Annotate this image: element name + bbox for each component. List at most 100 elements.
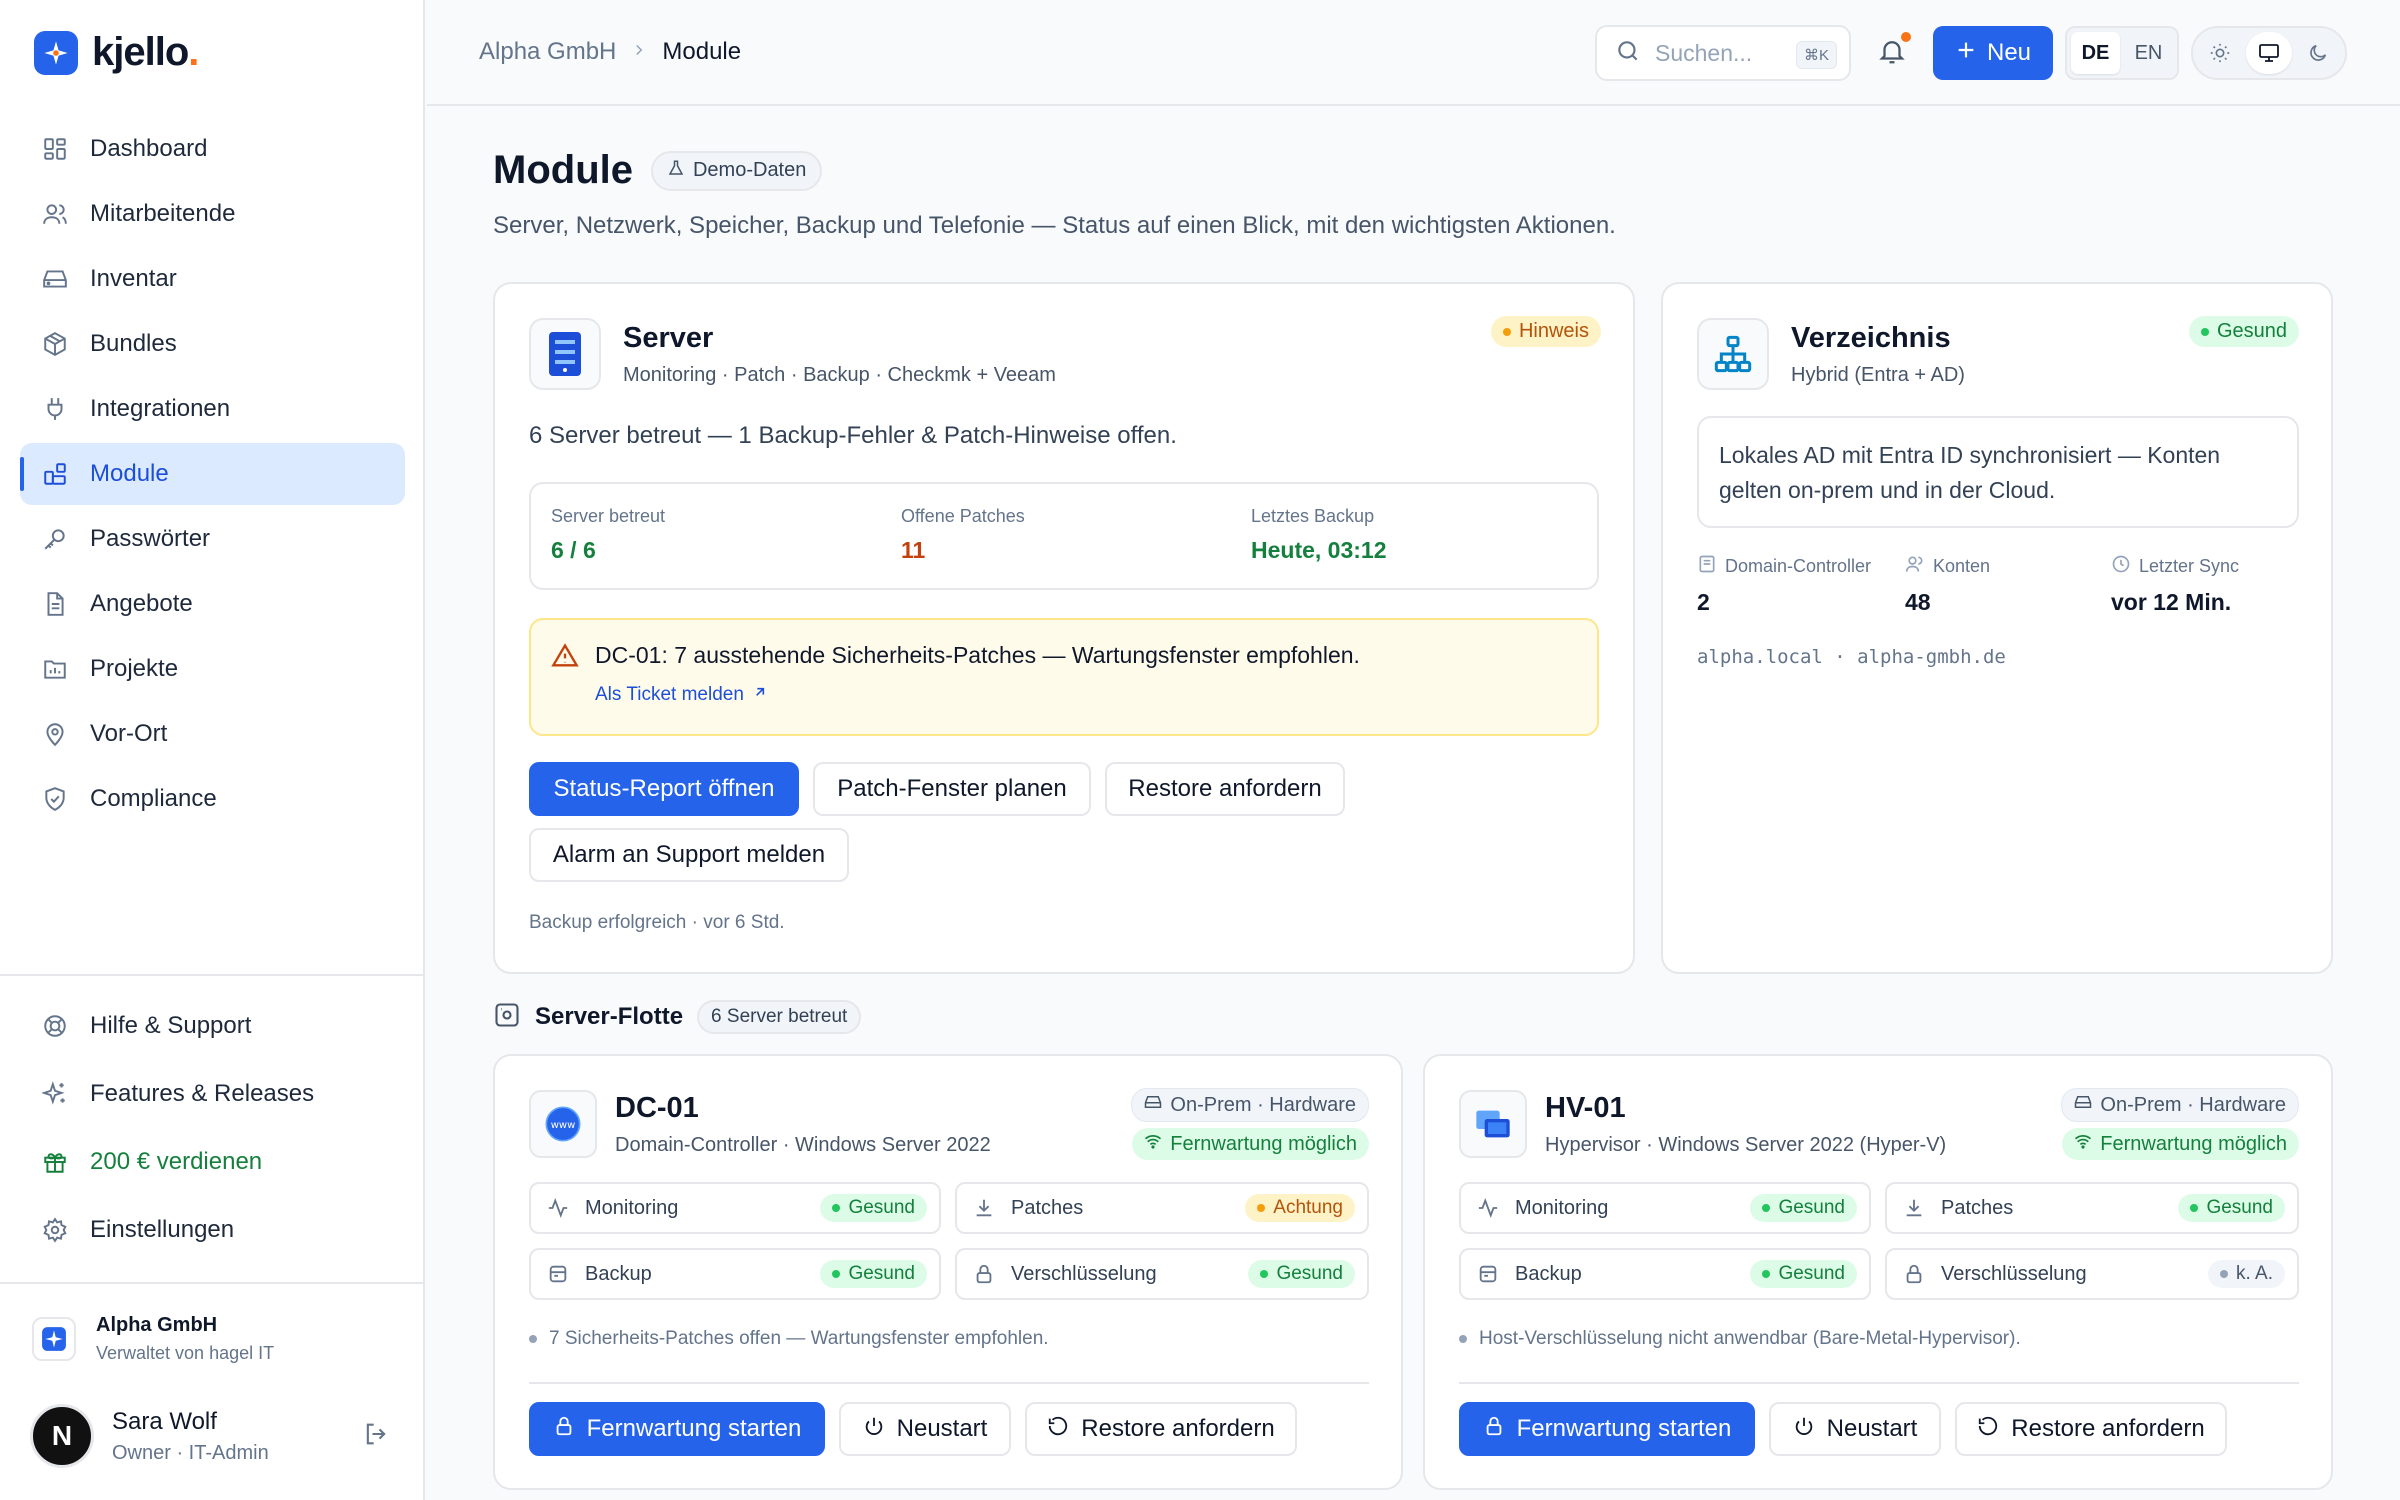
sidebar-item-hilfe[interactable]: Hilfe & Support bbox=[20, 994, 405, 1058]
user-profile[interactable]: N Sara Wolf Owner · IT-Admin bbox=[30, 1404, 390, 1468]
remote-maintenance-button[interactable]: Fernwartung starten bbox=[529, 1402, 825, 1456]
monitor-icon[interactable] bbox=[2245, 32, 2293, 74]
lock-icon bbox=[973, 1263, 999, 1285]
server-stats: Server betreut 6 / 6 Offene Patches 11 L… bbox=[529, 482, 1599, 590]
server-icon bbox=[529, 318, 601, 390]
database-icon bbox=[547, 1263, 573, 1285]
notification-dot bbox=[1901, 32, 1911, 42]
document-icon bbox=[40, 589, 70, 619]
check-encryption: Verschlüsselung Gesund bbox=[955, 1248, 1369, 1300]
status-badge: Gesund bbox=[2178, 1194, 2285, 1222]
status-badge: Gesund bbox=[1248, 1260, 1355, 1288]
restore-request-button[interactable]: Restore anfordern bbox=[1105, 762, 1345, 816]
sidebar-item-label: Dashboard bbox=[90, 135, 208, 162]
lang-en[interactable]: EN bbox=[2124, 32, 2173, 74]
backup-footer: Backup erfolgreich · vor 6 Std. bbox=[529, 912, 785, 933]
restore-button[interactable]: Restore anfordern bbox=[1955, 1402, 2227, 1456]
app-logo[interactable]: kjello. bbox=[34, 30, 199, 75]
logo-star-icon bbox=[34, 30, 78, 75]
hard-drive-icon bbox=[40, 264, 70, 294]
sidebar-item-vor-ort[interactable]: Vor-Ort bbox=[20, 703, 405, 765]
directory-description: Lokales AD mit Entra ID synchronisiert —… bbox=[1697, 416, 2299, 528]
map-pin-icon bbox=[40, 719, 70, 749]
server-role: Domain-Controller · Windows Server 2022 bbox=[615, 1134, 991, 1156]
sidebar-item-module[interactable]: Module bbox=[20, 443, 405, 505]
sidebar-item-inventar[interactable]: Inventar bbox=[20, 248, 405, 310]
search-icon bbox=[1615, 38, 1641, 69]
fleet-title: Server-Flotte bbox=[535, 1003, 684, 1030]
modules-icon bbox=[40, 459, 70, 489]
server-note: Host-Verschlüsselung nicht anwendbar (Ba… bbox=[1459, 1328, 2021, 1350]
globe-server-icon: www bbox=[529, 1090, 597, 1158]
download-icon bbox=[1903, 1197, 1929, 1219]
remote-maintenance-button[interactable]: Fernwartung starten bbox=[1459, 1402, 1755, 1456]
check-backup: Backup Gesund bbox=[1459, 1248, 1871, 1300]
sidebar-item-angebote[interactable]: Angebote bbox=[20, 573, 405, 635]
sun-icon[interactable] bbox=[2197, 32, 2244, 74]
server-note: 7 Sicherheits-Patches offen — Wartungsfe… bbox=[529, 1328, 1049, 1350]
report-ticket-link[interactable]: Als Ticket melden bbox=[595, 684, 768, 706]
new-button[interactable]: Neu bbox=[1933, 26, 2053, 80]
sidebar-item-bundles[interactable]: Bundles bbox=[20, 313, 405, 375]
breadcrumb-tenant[interactable]: Alpha GmbH bbox=[479, 38, 616, 66]
sidebar-item-einstellungen[interactable]: Einstellungen bbox=[20, 1198, 405, 1262]
directory-card-title: Verzeichnis bbox=[1791, 322, 1951, 354]
tenant-switcher[interactable]: Alpha GmbH Verwaltet von hagel IT bbox=[32, 1314, 274, 1364]
sidebar-item-label: Vor-Ort bbox=[90, 720, 168, 747]
virtual-machines-icon bbox=[1459, 1090, 1527, 1158]
search-placeholder: Suchen... bbox=[1655, 39, 1753, 66]
svg-text:www: www bbox=[551, 1120, 576, 1131]
tenant-name: Alpha GmbH bbox=[96, 1314, 218, 1336]
sidebar-item-label: Passwörter bbox=[90, 525, 211, 552]
logout-icon[interactable] bbox=[362, 1420, 390, 1453]
sidebar-item-integrationen[interactable]: Integrationen bbox=[20, 378, 405, 440]
check-monitoring: Monitoring Gesund bbox=[1459, 1182, 1871, 1234]
app-name: kjello bbox=[92, 30, 189, 74]
sidebar-item-compliance[interactable]: Compliance bbox=[20, 768, 405, 830]
lang-de[interactable]: DE bbox=[2071, 32, 2120, 74]
breadcrumb-current: Module bbox=[662, 38, 742, 65]
secondary-nav: Hilfe & Support Features & Releases 200 … bbox=[20, 994, 405, 1266]
dashboard-icon bbox=[40, 134, 70, 164]
notifications-button[interactable] bbox=[1877, 32, 1911, 71]
sidebar-item-label: Mitarbeitende bbox=[90, 200, 236, 227]
sidebar-item-label: Inventar bbox=[90, 265, 177, 292]
check-patches: Patches Gesund bbox=[1885, 1182, 2299, 1234]
moon-icon[interactable] bbox=[2294, 32, 2341, 74]
status-badge: Hinweis bbox=[1490, 316, 1601, 347]
user-role: Owner · IT-Admin bbox=[112, 1441, 269, 1464]
demo-data-badge: Demo-Daten bbox=[650, 150, 823, 191]
sidebar-item-label: 200 € verdienen bbox=[90, 1148, 263, 1175]
gift-icon bbox=[40, 1147, 70, 1177]
sidebar-item-dashboard[interactable]: Dashboard bbox=[20, 118, 405, 180]
user-name: Sara Wolf bbox=[112, 1407, 217, 1435]
warning-icon bbox=[551, 642, 579, 675]
sidebar-item-passwoerter[interactable]: Passwörter bbox=[20, 508, 405, 570]
restore-button[interactable]: Restore anfordern bbox=[1025, 1402, 1297, 1456]
lock-icon bbox=[1903, 1263, 1929, 1285]
status-badge: Gesund bbox=[2188, 316, 2299, 347]
stat-accounts: Konten 48 bbox=[1905, 556, 1991, 615]
restart-button[interactable]: Neustart bbox=[1769, 1402, 1941, 1456]
gear-icon bbox=[40, 1215, 70, 1245]
sidebar-item-features[interactable]: Features & Releases bbox=[20, 1062, 405, 1126]
sidebar-item-referral[interactable]: 200 € verdienen bbox=[20, 1130, 405, 1194]
alarm-support-button[interactable]: Alarm an Support melden bbox=[529, 828, 849, 882]
sidebar-item-mitarbeitende[interactable]: Mitarbeitende bbox=[20, 183, 405, 245]
status-badge: Gesund bbox=[1750, 1260, 1857, 1288]
theme-switcher bbox=[2191, 26, 2347, 80]
sidebar-item-projekte[interactable]: Projekte bbox=[20, 638, 405, 700]
alert-text: DC-01: 7 ausstehende Sicherheits-Patches… bbox=[595, 642, 1360, 668]
server-role: Hypervisor · Windows Server 2022 (Hyper-… bbox=[1545, 1134, 1947, 1156]
status-report-button[interactable]: Status-Report öffnen bbox=[529, 762, 799, 816]
status-badge: Gesund bbox=[820, 1260, 927, 1288]
org-chart-icon bbox=[1697, 318, 1769, 390]
restart-button[interactable]: Neustart bbox=[839, 1402, 1011, 1456]
patch-window-button[interactable]: Patch-Fenster planen bbox=[813, 762, 1091, 816]
server-fleet-icon bbox=[493, 1001, 521, 1034]
new-button-label: Neu bbox=[1986, 39, 2032, 66]
users-icon bbox=[40, 199, 70, 229]
remote-access-badge: Fernwartung möglich bbox=[2062, 1128, 2299, 1160]
database-icon bbox=[1477, 1263, 1503, 1285]
search-input[interactable]: Suchen... ⌘K bbox=[1595, 25, 1851, 81]
